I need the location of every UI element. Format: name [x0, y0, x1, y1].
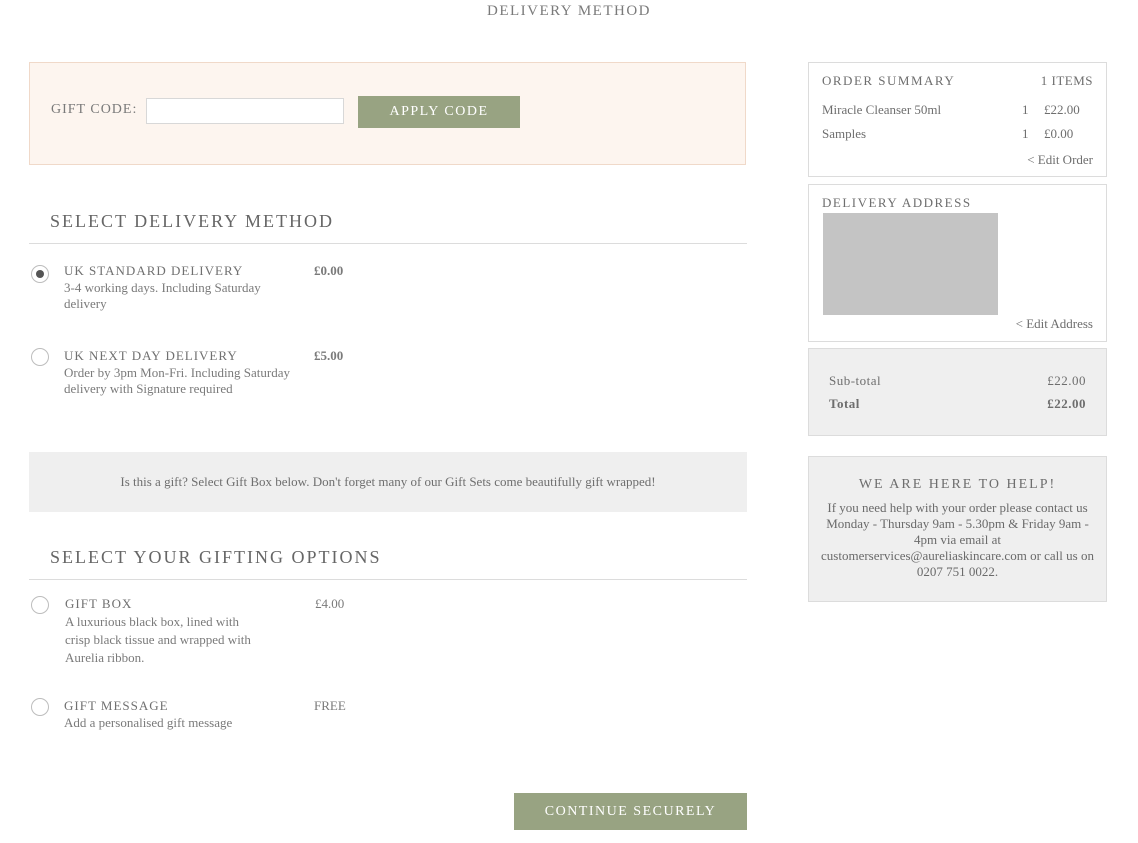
item-price: £22.00 [1044, 102, 1080, 117]
option-title: GIFT MESSAGE [64, 698, 169, 713]
help-text: If you need help with your order please … [821, 500, 1094, 579]
edit-address-link[interactable]: < Edit Address [1016, 316, 1093, 332]
gift-code-box: GIFT CODE: APPLY CODE [29, 62, 746, 165]
delivery-address-heading: DELIVERY ADDRESS [822, 195, 972, 210]
item-quantity: 1 [1022, 102, 1029, 117]
subtotal-value: £22.00 [1047, 373, 1086, 388]
gift-code-label: GIFT CODE: [51, 102, 138, 117]
gift-banner-text: Is this a gift? Select Gift Box below. D… [120, 474, 656, 489]
subtotal-label: Sub-total [829, 373, 882, 388]
subtotal-row: Sub-total £22.00 [829, 373, 1086, 389]
total-row: Total £22.00 [829, 396, 1086, 412]
radio-next-day-delivery[interactable] [31, 348, 49, 366]
option-description: A luxurious black box, lined with crisp … [65, 614, 251, 665]
delivery-method-heading: SELECT DELIVERY METHOD [50, 211, 334, 231]
item-price: £0.00 [1044, 126, 1074, 141]
order-summary-panel: ORDER SUMMARY 1 ITEMS Miracle Cleanser 5… [808, 62, 1107, 177]
divider [29, 579, 747, 580]
option-description: 3-4 working days. Including Saturday del… [64, 280, 261, 311]
option-title: UK NEXT DAY DELIVERY [64, 348, 238, 363]
item-name: Samples [822, 126, 867, 141]
radio-standard-delivery[interactable] [31, 265, 49, 283]
radio-gift-message[interactable] [31, 698, 49, 716]
total-label: Total [829, 396, 860, 411]
item-name: Miracle Cleanser 50ml [822, 102, 942, 117]
help-heading: WE ARE HERE TO HELP! [858, 477, 1057, 492]
apply-code-button[interactable]: APPLY CODE [358, 96, 520, 128]
gift-banner: Is this a gift? Select Gift Box below. D… [29, 452, 747, 512]
continue-securely-button[interactable]: CONTINUE SECURELY [514, 793, 747, 830]
option-title: UK STANDARD DELIVERY [64, 263, 244, 278]
total-value: £22.00 [1047, 396, 1086, 411]
page-title: DELIVERY METHOD [486, 3, 651, 19]
option-price: FREE [314, 698, 346, 713]
redacted-address [823, 213, 998, 315]
edit-order-link[interactable]: < Edit Order [1027, 152, 1093, 168]
option-description: Order by 3pm Mon-Fri. Including Saturday… [64, 365, 291, 396]
totals-panel: Sub-total £22.00 Total £22.00 [808, 348, 1107, 436]
divider [29, 243, 747, 244]
order-summary-heading: ORDER SUMMARY [822, 73, 956, 88]
option-price: £4.00 [315, 596, 345, 611]
option-price: £5.00 [314, 348, 344, 363]
option-price: £0.00 [314, 263, 344, 278]
help-panel: WE ARE HERE TO HELP! If you need help wi… [808, 456, 1107, 602]
option-title: GIFT BOX [65, 596, 133, 611]
delivery-address-panel: DELIVERY ADDRESS < Edit Address [808, 184, 1107, 342]
gift-code-input[interactable] [146, 98, 344, 124]
item-quantity: 1 [1022, 126, 1029, 141]
gifting-options-heading: SELECT YOUR GIFTING OPTIONS [50, 547, 382, 567]
radio-gift-box[interactable] [31, 596, 49, 614]
items-count: 1 ITEMS [1040, 73, 1093, 88]
option-description: Add a personalised gift message [64, 715, 233, 730]
